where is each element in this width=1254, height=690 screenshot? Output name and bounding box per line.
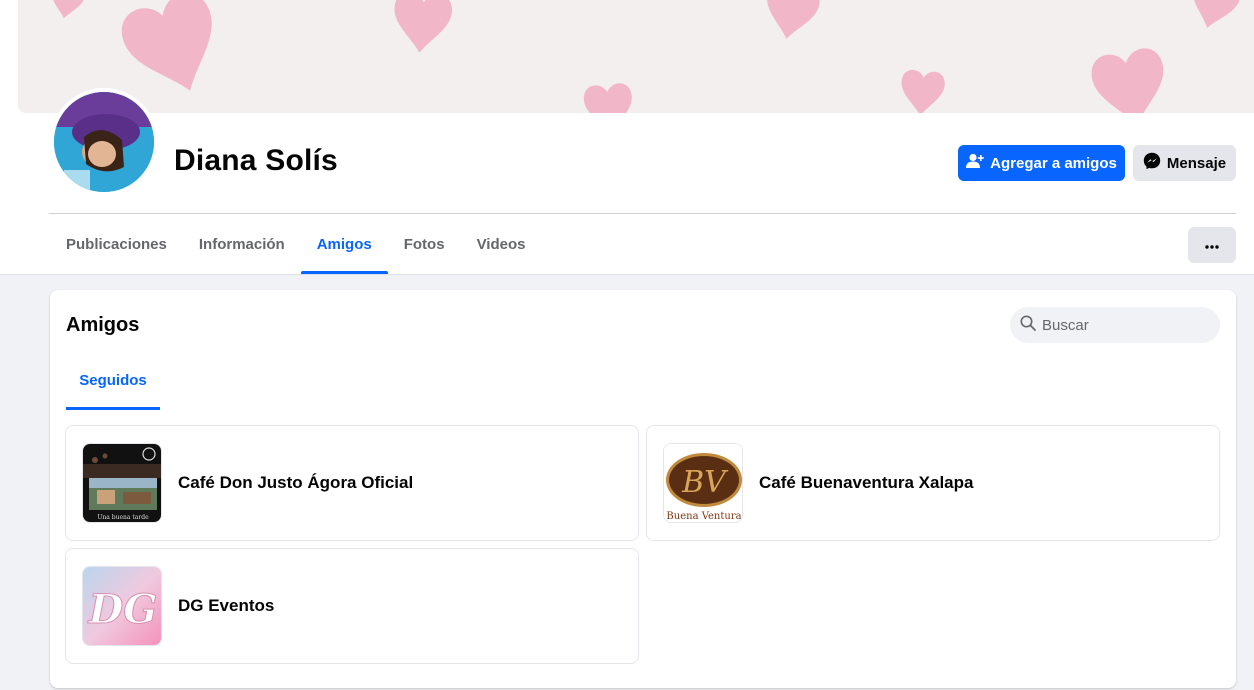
thumbnail-caption: Buena Ventura — [666, 511, 741, 522]
add-friend-label: Agregar a amigos — [990, 154, 1117, 172]
messenger-icon — [1143, 152, 1161, 174]
friend-card[interactable]: DG DG Eventos — [65, 548, 639, 664]
friends-card: Amigos Seguidos Una buena tarde — [50, 290, 1236, 688]
friends-section-title: Amigos — [66, 314, 140, 336]
tab-amigos[interactable]: Amigos — [300, 214, 388, 274]
message-label: Mensaje — [1166, 154, 1227, 172]
friend-thumbnail[interactable]: Una buena tarde — [82, 443, 162, 523]
friends-search[interactable] — [1010, 307, 1220, 343]
search-icon — [1020, 315, 1036, 336]
friend-card[interactable]: BV Buena Ventura Café Buenaventura Xalap… — [646, 425, 1220, 541]
cover-photo[interactable] — [18, 0, 1254, 113]
hearts-pattern — [18, 0, 1254, 113]
add-friend-button[interactable]: Agregar a amigos — [958, 145, 1125, 181]
tab-publicaciones[interactable]: Publicaciones — [50, 214, 183, 274]
ellipsis-icon — [1205, 236, 1219, 254]
friend-thumbnail[interactable]: BV Buena Ventura — [663, 443, 743, 523]
tab-fotos[interactable]: Fotos — [388, 214, 461, 274]
search-input[interactable] — [1042, 316, 1202, 334]
friend-thumbnail[interactable]: DG — [82, 566, 162, 646]
friend-name[interactable]: Café Don Justo Ágora Oficial — [178, 473, 413, 493]
logo-monogram: BV — [681, 465, 729, 500]
message-button[interactable]: Mensaje — [1133, 145, 1236, 181]
friend-card[interactable]: Una buena tarde Café Don Justo Ágora Ofi… — [65, 425, 639, 541]
thumbnail-caption: Una buena tarde — [97, 514, 149, 521]
friend-name[interactable]: Café Buenaventura Xalapa — [759, 473, 973, 493]
more-options-button[interactable] — [1188, 227, 1236, 263]
tab-seguidos[interactable]: Seguidos — [66, 350, 160, 410]
friend-name[interactable]: DG Eventos — [178, 596, 274, 616]
logo-monogram: DG — [88, 586, 158, 633]
profile-picture — [54, 92, 154, 192]
tab-videos[interactable]: Videos — [461, 214, 542, 274]
tab-informacion[interactable]: Información — [183, 214, 301, 274]
profile-name: Diana Solís — [174, 144, 338, 177]
avatar[interactable] — [50, 88, 158, 196]
add-person-icon — [966, 153, 984, 173]
profile-tabs: Publicaciones Información Amigos Fotos V… — [50, 214, 541, 274]
